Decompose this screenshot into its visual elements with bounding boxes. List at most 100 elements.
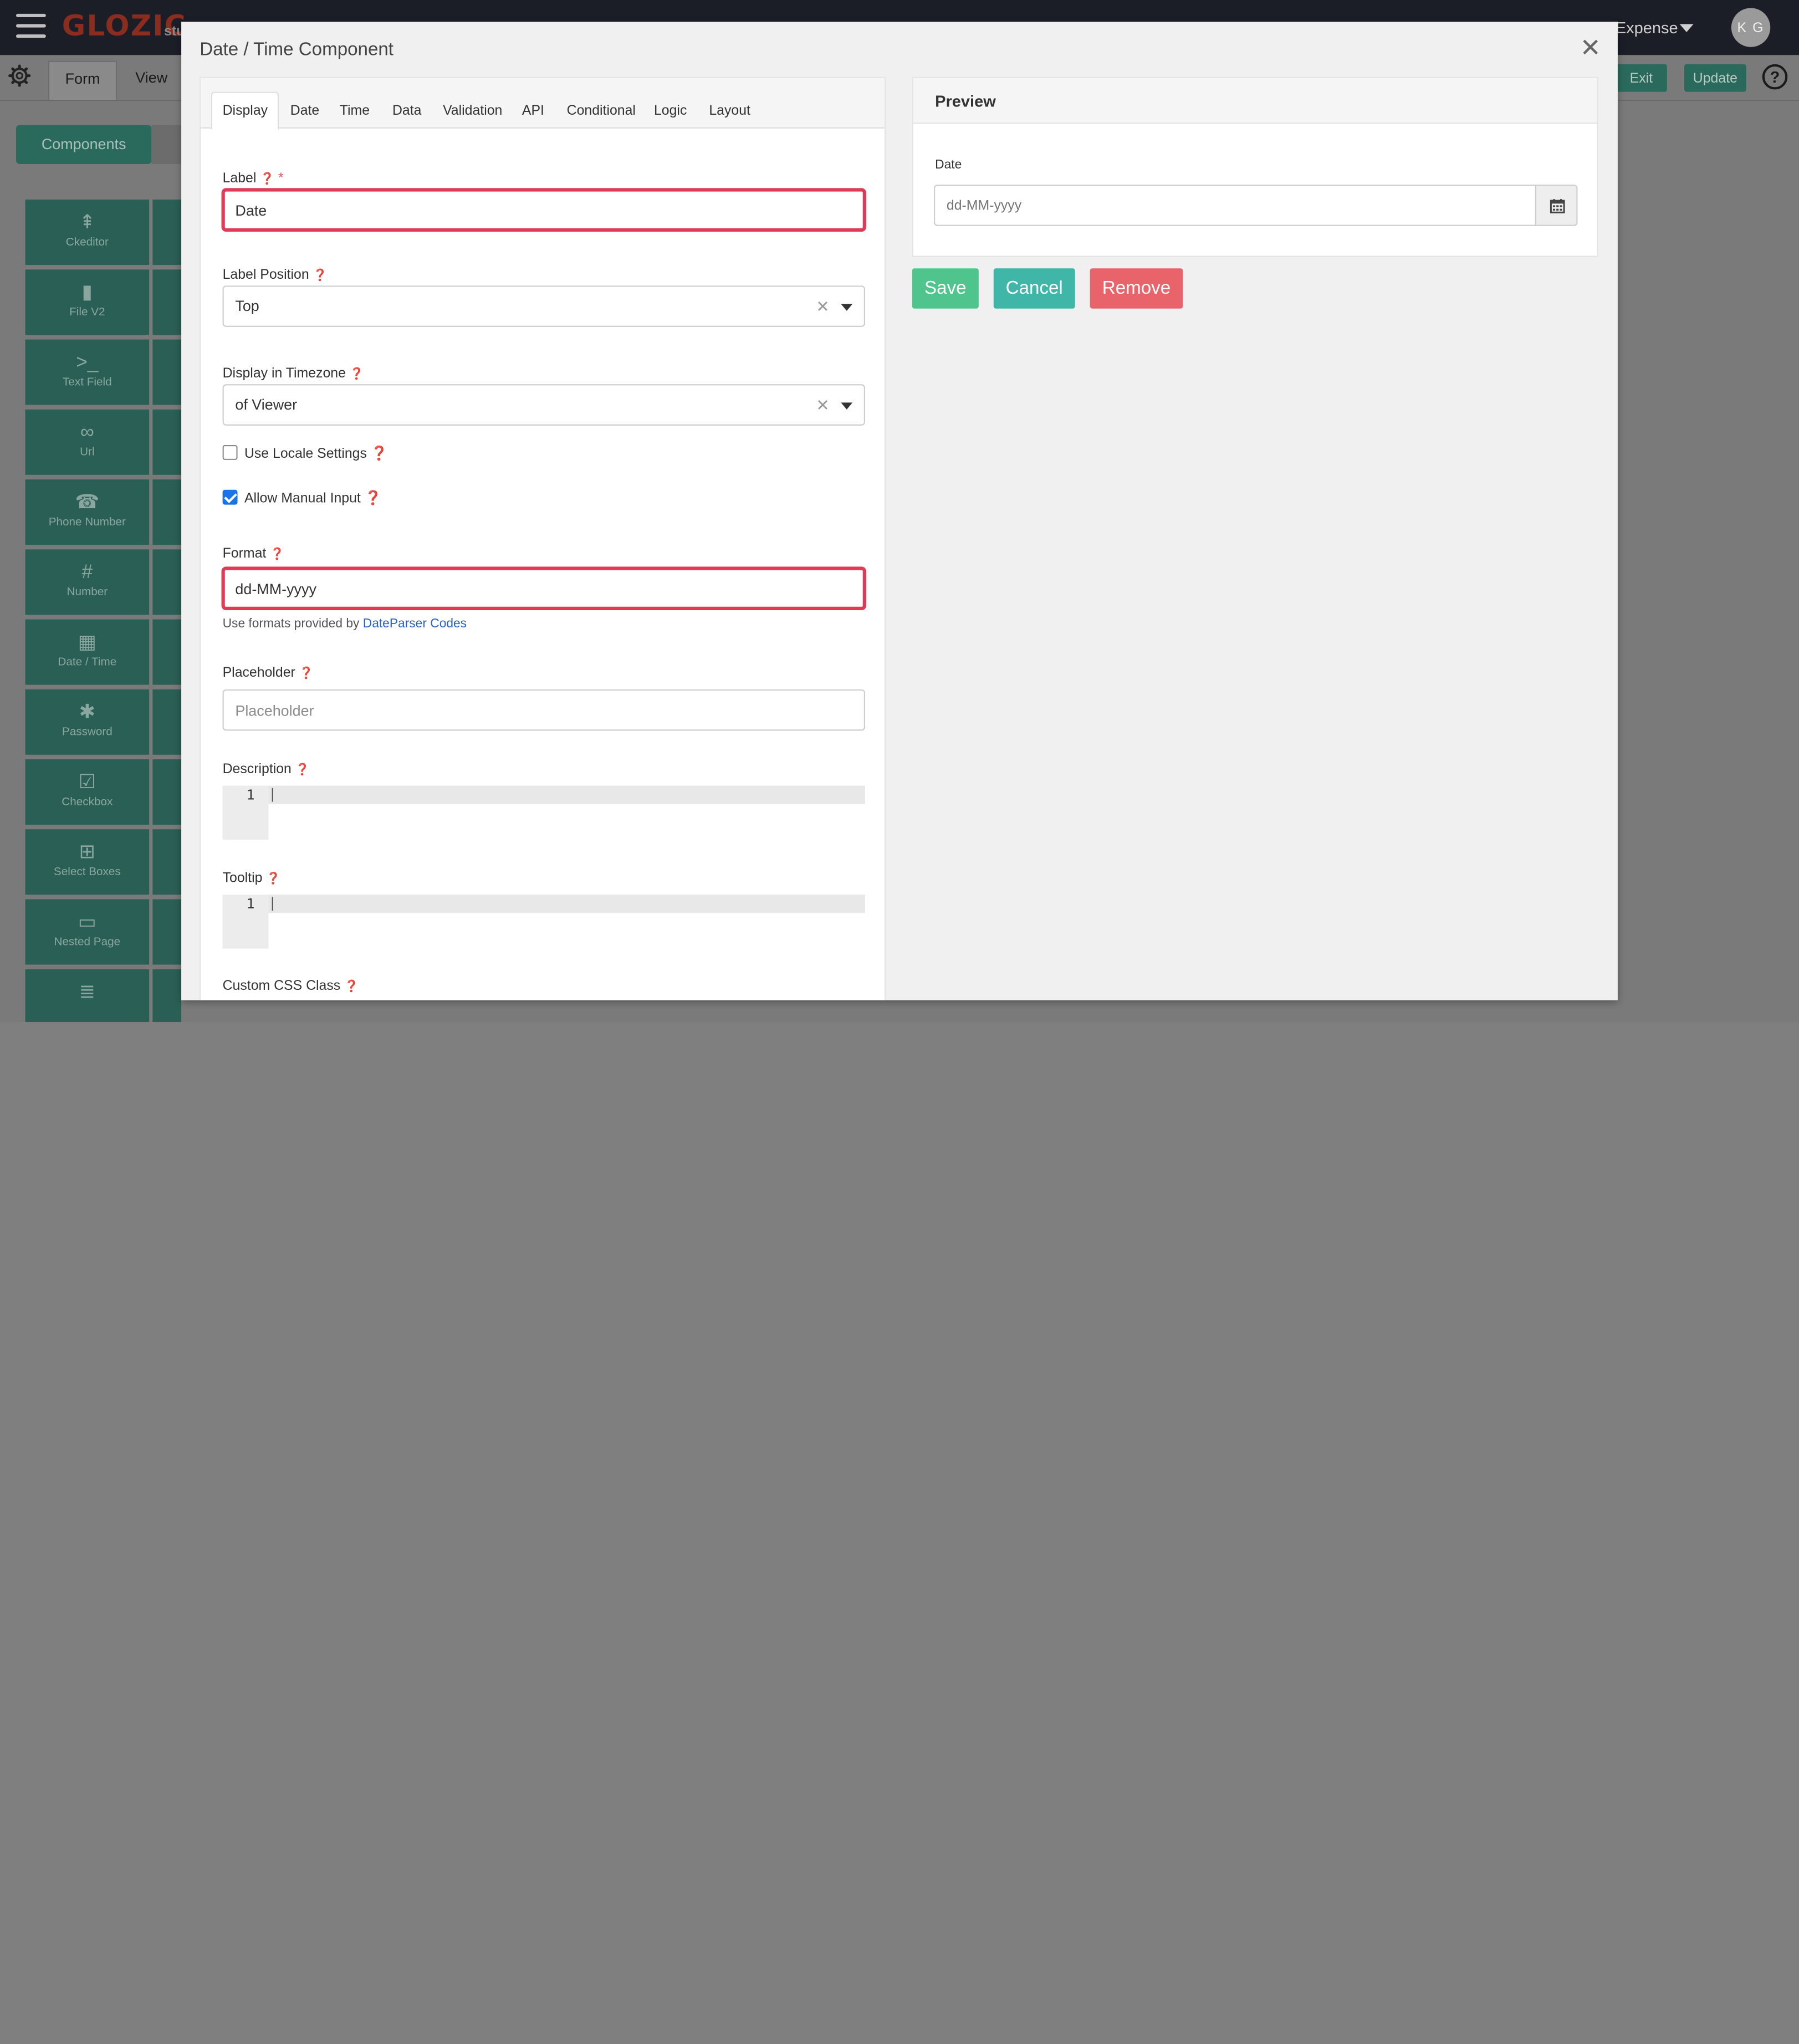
component-item-label: Phone Number bbox=[48, 516, 126, 529]
tooltip-editor[interactable]: 1 bbox=[222, 895, 865, 949]
help-icon[interactable]: ? bbox=[1762, 64, 1788, 90]
component-item[interactable]: ✱ Password bbox=[25, 689, 150, 755]
component-item[interactable] bbox=[152, 689, 182, 755]
clear-icon[interactable]: ✕ bbox=[816, 385, 829, 424]
tab-display[interactable]: Display bbox=[211, 91, 279, 130]
caret-down-icon[interactable] bbox=[841, 402, 853, 410]
caret-down-icon[interactable] bbox=[1679, 24, 1694, 32]
component-item[interactable]: ▮ File V2 bbox=[25, 269, 150, 335]
component-item[interactable] bbox=[152, 759, 182, 825]
component-item-label: Password bbox=[62, 726, 113, 739]
component-item[interactable]: ▭ Nested Page bbox=[25, 899, 150, 965]
component-item[interactable] bbox=[152, 969, 182, 1023]
update-button[interactable]: Update bbox=[1684, 64, 1746, 92]
component-item[interactable]: >_ Text Field bbox=[25, 339, 150, 405]
link-icon: ∞ bbox=[80, 421, 94, 443]
format-input[interactable] bbox=[221, 566, 866, 611]
tab-time[interactable]: Time bbox=[340, 102, 370, 118]
plus-square-icon: ⊞ bbox=[79, 841, 96, 863]
line-number: 1 bbox=[246, 896, 255, 912]
description-editor[interactable]: 1 bbox=[222, 785, 865, 840]
preview-date-input[interactable] bbox=[934, 185, 1536, 226]
component-item[interactable] bbox=[152, 269, 182, 335]
component-item[interactable] bbox=[152, 409, 182, 475]
help-circle-icon[interactable]: ❓ bbox=[266, 873, 280, 886]
component-item-label: Url bbox=[80, 446, 95, 459]
format-label: Format ❓ bbox=[222, 545, 285, 561]
help-circle-icon[interactable]: ❓ bbox=[299, 667, 314, 680]
component-item[interactable] bbox=[152, 829, 182, 895]
component-item[interactable]: ▦ Date / Time bbox=[25, 619, 150, 685]
preview-panel: Preview Date bbox=[912, 76, 1598, 257]
tab-validation[interactable]: Validation bbox=[443, 102, 502, 118]
component-item[interactable] bbox=[152, 200, 182, 265]
tab-conditional[interactable]: Conditional bbox=[567, 102, 636, 118]
remove-button[interactable]: Remove bbox=[1090, 268, 1183, 309]
help-circle-icon[interactable]: ❓ bbox=[313, 269, 328, 282]
tooltip-label: Tooltip ❓ bbox=[222, 869, 281, 886]
use-locale-checkbox[interactable] bbox=[222, 444, 238, 460]
label-input[interactable] bbox=[221, 188, 866, 232]
component-item[interactable]: # Number bbox=[25, 549, 150, 615]
calendar-icon: ▦ bbox=[78, 631, 96, 653]
hamburger-menu-icon[interactable] bbox=[16, 13, 46, 39]
tab-api[interactable]: API bbox=[522, 102, 544, 118]
exit-button[interactable]: Exit bbox=[1615, 64, 1667, 92]
help-circle-icon[interactable]: ❓ bbox=[260, 173, 274, 186]
component-item[interactable] bbox=[152, 339, 182, 405]
active-line bbox=[268, 895, 865, 913]
label-field-label: Label ❓ * bbox=[222, 170, 284, 186]
tab-layout[interactable]: Layout bbox=[709, 102, 750, 118]
use-locale-checkbox-row[interactable]: Use Locale Settings ❓ bbox=[222, 444, 388, 461]
save-button[interactable]: Save bbox=[912, 268, 979, 309]
tab-date[interactable]: Date bbox=[290, 102, 319, 118]
placeholder-input[interactable] bbox=[222, 689, 865, 731]
tab-form[interactable]: Form bbox=[48, 60, 117, 100]
help-circle-icon[interactable]: ❓ bbox=[350, 368, 364, 381]
checkbox-icon: ☑ bbox=[78, 770, 96, 793]
component-item-label: Checkbox bbox=[62, 796, 113, 809]
tab-view[interactable]: View bbox=[135, 69, 167, 86]
gear-icon[interactable] bbox=[8, 64, 31, 87]
help-circle-icon[interactable]: ❓ bbox=[295, 764, 310, 776]
caret-down-icon[interactable] bbox=[841, 304, 853, 311]
preview-calendar-button[interactable] bbox=[1535, 185, 1578, 226]
modal-title: Date / Time Component bbox=[200, 40, 393, 60]
component-item[interactable]: ☑ Checkbox bbox=[25, 759, 150, 825]
tab-logic[interactable]: Logic bbox=[654, 102, 687, 118]
timezone-label: Display in Timezone ❓ bbox=[222, 365, 364, 381]
help-circle-icon[interactable]: ❓ bbox=[365, 490, 382, 506]
file-icon: ▮ bbox=[81, 281, 93, 303]
label-position-select[interactable]: Top ✕ bbox=[222, 285, 865, 327]
components-button[interactable]: Components bbox=[16, 125, 152, 164]
component-item[interactable] bbox=[152, 899, 182, 965]
components-palette-column-2 bbox=[152, 200, 182, 1023]
cancel-button[interactable]: Cancel bbox=[993, 268, 1075, 309]
clear-icon[interactable]: ✕ bbox=[816, 287, 829, 325]
component-item[interactable] bbox=[152, 549, 182, 615]
tab-data[interactable]: Data bbox=[392, 102, 421, 118]
help-circle-icon[interactable]: ❓ bbox=[270, 548, 284, 561]
org-selector[interactable]: Expense bbox=[1616, 18, 1678, 37]
list-icon: ≣ bbox=[79, 980, 96, 1003]
component-item[interactable]: ☎ Phone Number bbox=[25, 479, 150, 545]
component-item[interactable]: ⇞ Ckeditor bbox=[25, 200, 150, 265]
allow-manual-input-checkbox-row[interactable]: Allow Manual Input ❓ bbox=[222, 489, 382, 506]
component-item-label: Select Boxes bbox=[53, 866, 121, 879]
component-item-label: Ckeditor bbox=[65, 236, 109, 249]
user-avatar[interactable]: K G bbox=[1731, 8, 1771, 47]
component-item[interactable]: ∞ Url bbox=[25, 409, 150, 475]
component-item[interactable]: ⊞ Select Boxes bbox=[25, 829, 150, 895]
timezone-select[interactable]: of Viewer ✕ bbox=[222, 384, 865, 426]
component-item[interactable] bbox=[152, 479, 182, 545]
close-icon[interactable]: ✕ bbox=[1580, 35, 1601, 61]
component-item[interactable] bbox=[152, 619, 182, 685]
dateparser-codes-link[interactable]: DateParser Codes bbox=[363, 617, 467, 631]
allow-manual-input-checkbox[interactable] bbox=[222, 489, 238, 505]
help-circle-icon[interactable]: ❓ bbox=[371, 445, 388, 461]
component-item[interactable]: ≣ bbox=[25, 969, 150, 1023]
preview-field-label: Date bbox=[935, 158, 962, 172]
help-circle-icon[interactable]: ❓ bbox=[344, 980, 359, 993]
components-column-2 bbox=[151, 125, 182, 164]
placeholder-label: Placeholder ❓ bbox=[222, 664, 314, 681]
